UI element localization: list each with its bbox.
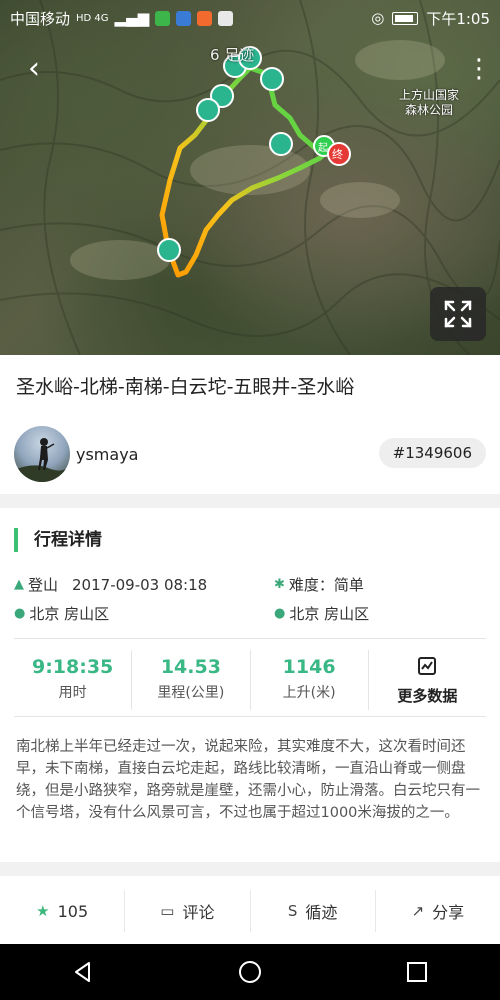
action-bar: ★ 105 ▭ 评论 S 循迹 ↗ 分享 xyxy=(0,878,500,944)
difficulty-info: ✱ 难度：简单 xyxy=(274,576,364,594)
signal-icon: ▂▄▆ xyxy=(114,9,150,27)
mountain-icon: ▲ xyxy=(14,577,24,592)
difficulty-icon: ✱ xyxy=(274,577,285,592)
park-map-label: 上方山国家 森林公园 xyxy=(398,88,459,117)
stat-distance: 14.53 里程(公里) xyxy=(132,650,251,710)
status-time: 下午1:05 xyxy=(426,9,490,28)
comment-icon: ▭ xyxy=(160,902,175,920)
app-notification-icon xyxy=(155,10,171,26)
route-id-badge: #1349606 xyxy=(378,438,486,468)
route-description: 南北梯上半年已经走过一次，说起来险，其实难度不大，这次看时间还早，未下南梯，直接… xyxy=(16,739,480,821)
share-button[interactable]: ↗ 分享 xyxy=(376,890,500,932)
follow-track-button[interactable]: S 循迹 xyxy=(251,890,376,932)
stat-duration: 9:18:35 用时 xyxy=(14,650,133,710)
author-row: ysmaya #1349606 xyxy=(0,420,500,490)
network-indicator: HD 4G xyxy=(76,12,109,24)
back-button[interactable]: ‹ xyxy=(28,54,52,84)
carrier-name: 中国移动 xyxy=(10,9,71,28)
expand-icon xyxy=(444,300,472,328)
stat-ascent: 1146 上升(米) xyxy=(251,650,369,710)
location-pin-icon: ● xyxy=(274,606,286,621)
route-map[interactable]: 6 足迹 ‹ ⋮ 上方山国家 森林公园 终 起 xyxy=(0,0,500,355)
end-location: ● 北京 房山区 xyxy=(274,605,370,623)
author-name[interactable]: ysmaya xyxy=(76,445,138,464)
divider xyxy=(14,638,486,639)
location-icon: ◎ xyxy=(371,9,385,27)
section-separator xyxy=(0,494,500,508)
app-logo-watermark: 6 足迹 xyxy=(210,46,255,64)
section-title: 行程详情 xyxy=(14,528,102,552)
nav-home-button[interactable] xyxy=(220,952,280,992)
like-button[interactable]: ★ 105 xyxy=(0,890,126,932)
more-data-button[interactable]: 更多数据 xyxy=(369,650,486,710)
activity-info: ▲ 登山 2017-09-03 08:18 xyxy=(14,575,208,595)
divider xyxy=(14,716,486,717)
track-icon: S xyxy=(287,902,298,920)
section-separator xyxy=(0,862,500,876)
stats-row: 9:18:35 用时 14.53 里程(公里) 1146 上升(米) 更多数据 xyxy=(14,650,486,710)
triangle-back-icon xyxy=(75,962,91,982)
chart-icon xyxy=(418,657,437,675)
app-notification-icon xyxy=(197,10,213,26)
nav-recents-button[interactable] xyxy=(387,952,447,992)
nav-back-button[interactable] xyxy=(53,952,113,992)
location-pin-icon: ● xyxy=(14,606,26,621)
route-title: 圣水峪-北梯-南梯-白云坨-五眼井-圣水峪 xyxy=(16,376,355,398)
avatar[interactable] xyxy=(14,426,70,482)
app-notification-icon xyxy=(176,10,192,26)
comment-button[interactable]: ▭ 评论 xyxy=(125,890,251,932)
start-location: ● 北京 房山区 xyxy=(14,605,110,623)
app-notification-icon xyxy=(218,10,234,26)
end-marker-label: 终 xyxy=(332,148,343,161)
square-recents-icon xyxy=(406,962,427,982)
start-marker-label: 起 xyxy=(318,143,328,154)
battery-icon xyxy=(392,11,419,25)
circle-home-icon xyxy=(238,961,261,983)
system-nav-bar xyxy=(0,944,500,1000)
fullscreen-button[interactable] xyxy=(430,287,486,341)
avatar-image xyxy=(14,438,70,482)
more-options-icon[interactable]: ⋮ xyxy=(466,55,492,83)
star-icon: ★ xyxy=(36,902,50,920)
status-bar: 中国移动 HD 4G ▂▄▆ ◎ 下午1:05 xyxy=(0,0,500,36)
share-icon: ↗ xyxy=(411,902,425,920)
